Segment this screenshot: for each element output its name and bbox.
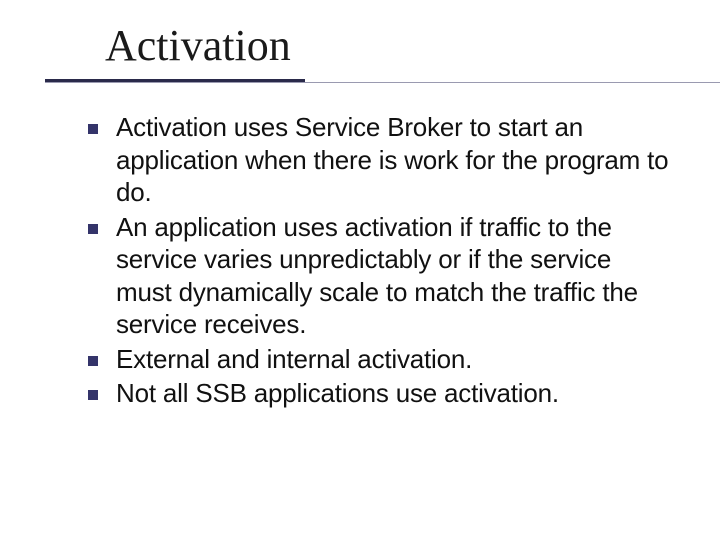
- bullet-square-icon: [88, 356, 98, 366]
- slide-title: Activation: [105, 20, 690, 71]
- bullet-square-icon: [88, 224, 98, 234]
- bullet-square-icon: [88, 390, 98, 400]
- bullet-text: An application uses activation if traffi…: [116, 211, 672, 341]
- title-underline: [30, 79, 690, 83]
- list-item: External and internal activation.: [88, 343, 672, 376]
- bullet-text: Activation uses Service Broker to start …: [116, 111, 672, 209]
- title-area: Activation: [105, 20, 690, 71]
- list-item: Activation uses Service Broker to start …: [88, 111, 672, 209]
- slide-container: Activation Activation uses Service Broke…: [0, 0, 720, 540]
- bullet-square-icon: [88, 124, 98, 134]
- bullet-text: External and internal activation.: [116, 343, 472, 376]
- title-line-thin: [45, 82, 720, 83]
- bullet-text: Not all SSB applications use activation.: [116, 377, 559, 410]
- content-area: Activation uses Service Broker to start …: [30, 111, 690, 410]
- list-item: Not all SSB applications use activation.: [88, 377, 672, 410]
- list-item: An application uses activation if traffi…: [88, 211, 672, 341]
